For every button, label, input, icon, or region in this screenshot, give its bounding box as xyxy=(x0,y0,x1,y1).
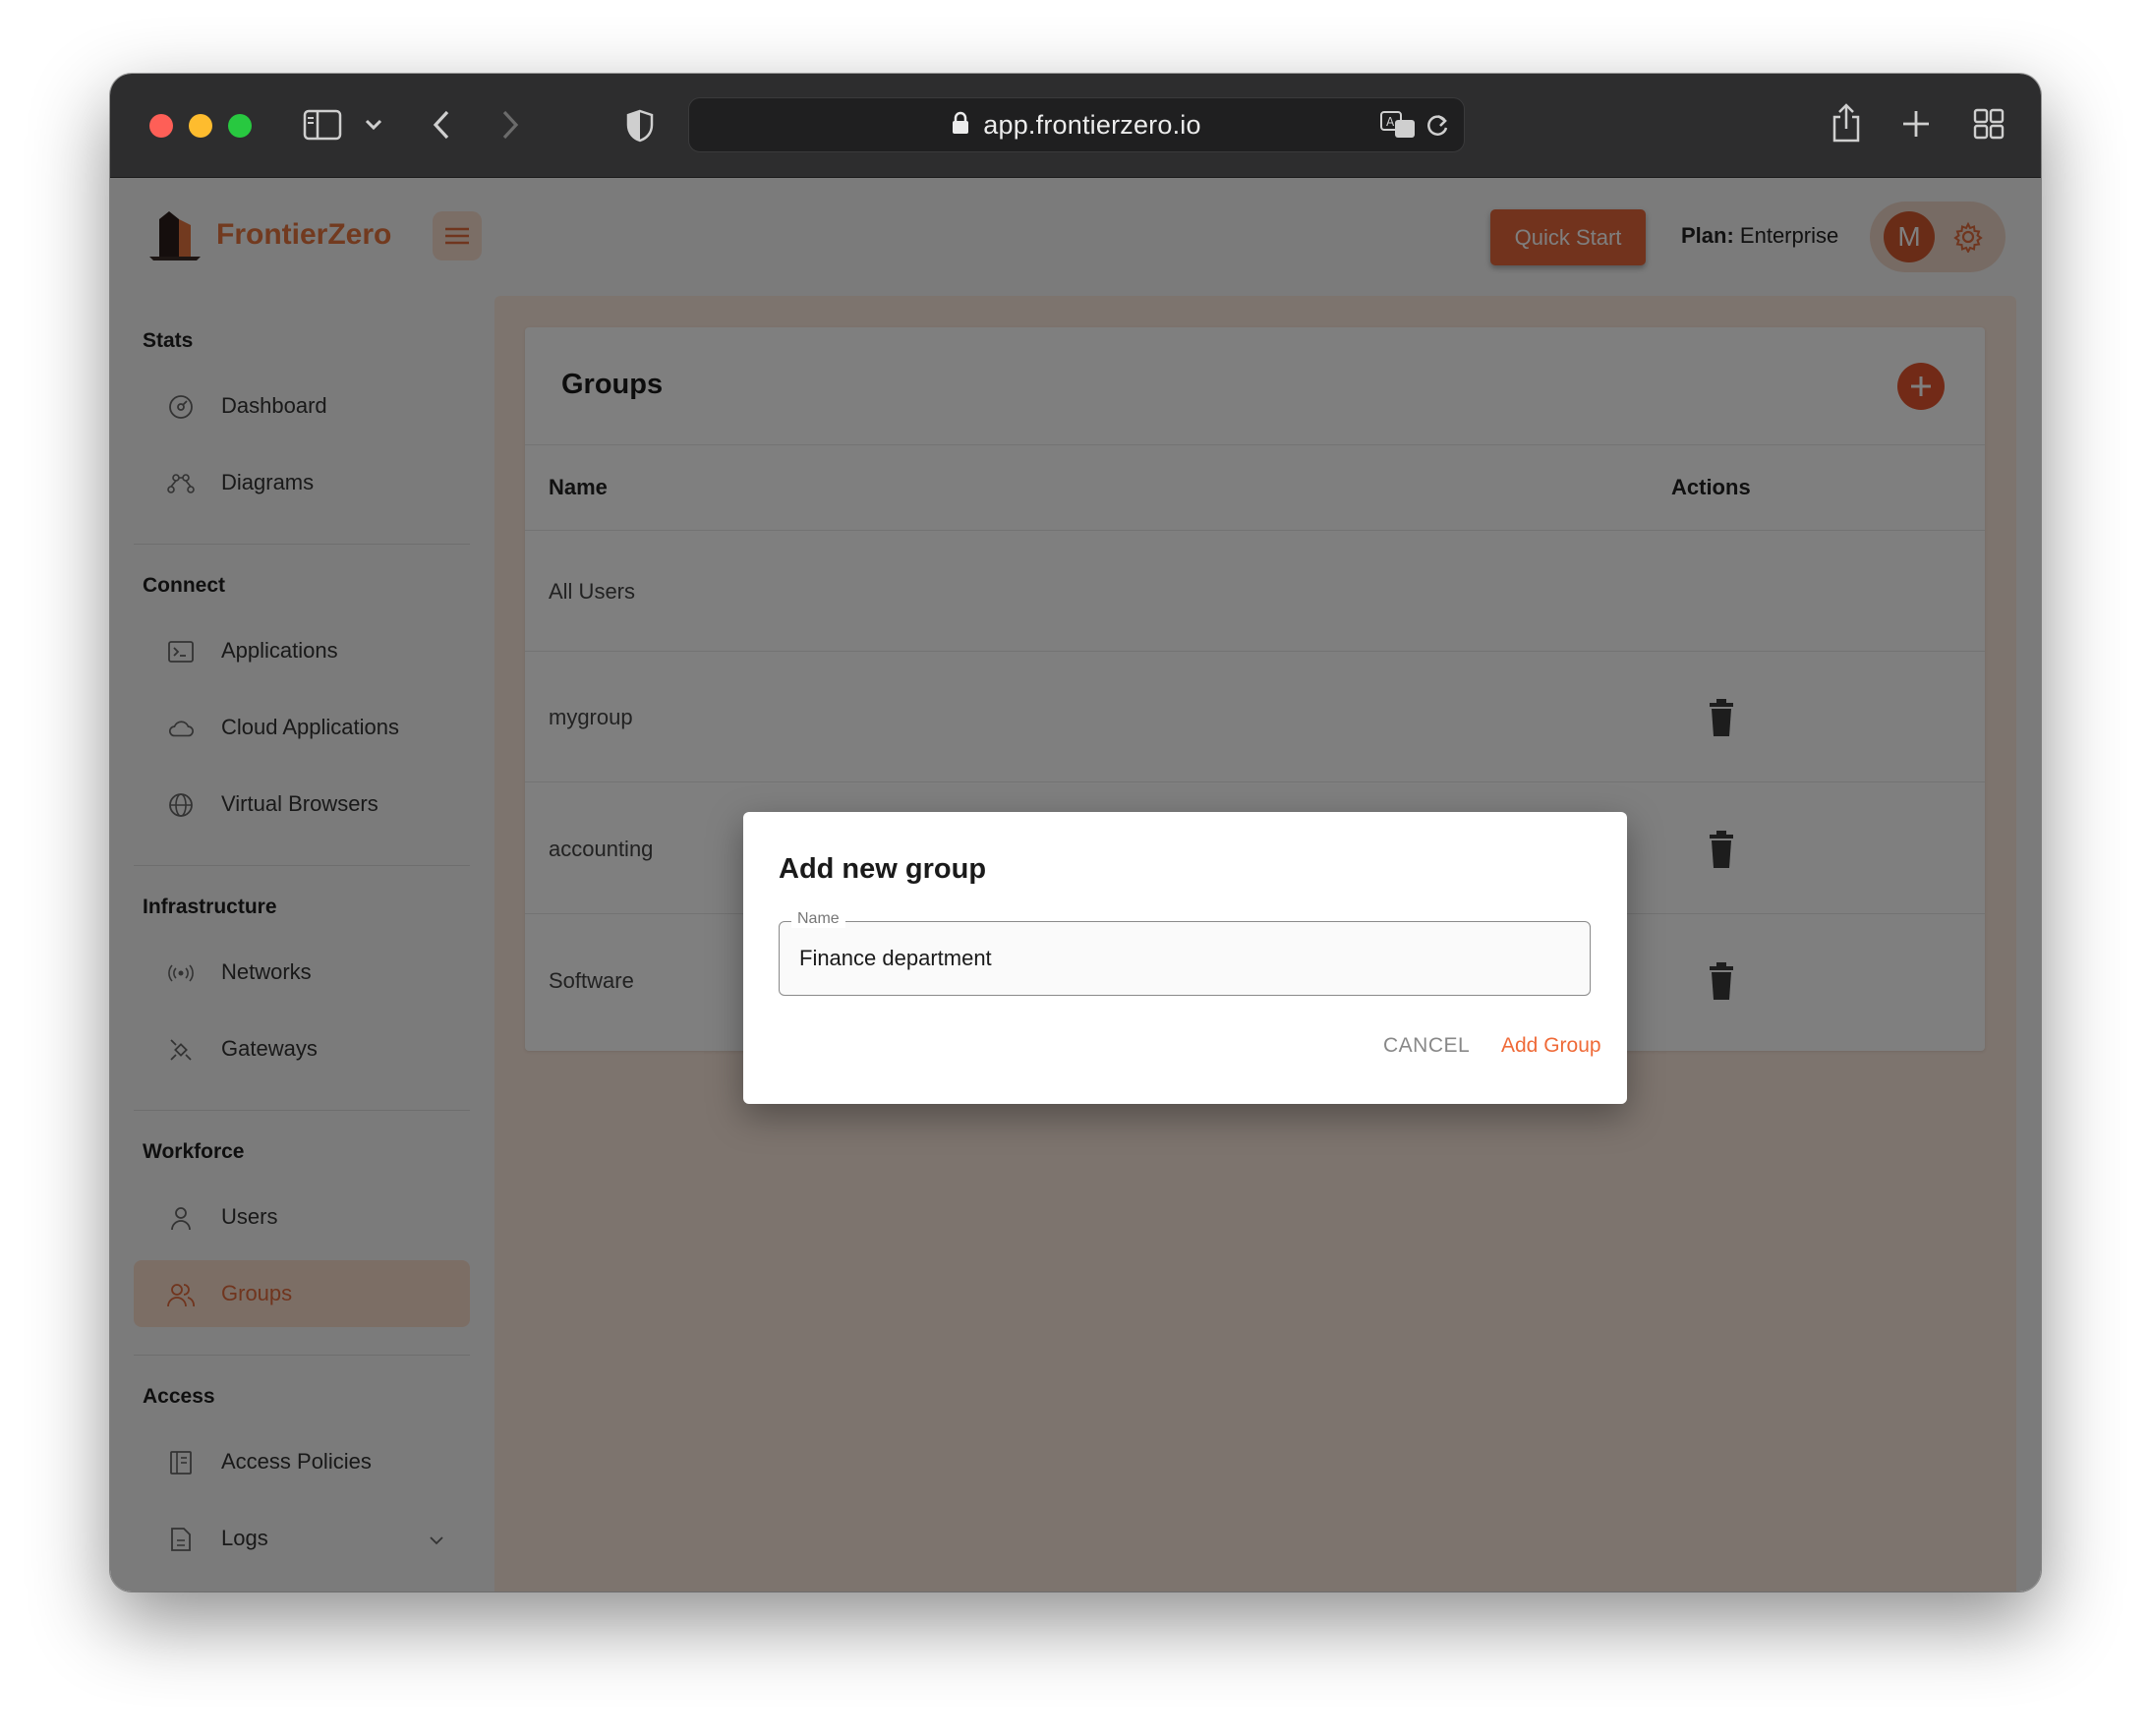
group-name-input[interactable]: Finance department xyxy=(799,946,992,971)
browser-window: app.frontierzero.io A Add new group Name… xyxy=(110,74,2041,1591)
translate-icon[interactable]: A xyxy=(1379,110,1417,145)
dialog-title: Add new group xyxy=(779,853,987,885)
address-bar[interactable]: app.frontierzero.io A xyxy=(688,97,1465,152)
close-window-button[interactable] xyxy=(149,114,173,138)
lock-icon xyxy=(952,111,969,140)
reload-icon[interactable] xyxy=(1424,112,1450,145)
back-arrow-icon[interactable] xyxy=(427,107,456,143)
field-label: Name xyxy=(791,910,845,928)
chevron-down-icon[interactable] xyxy=(362,113,385,137)
forward-arrow-icon[interactable] xyxy=(495,107,525,143)
group-name-field[interactable]: Name Finance department xyxy=(779,910,1591,996)
shield-icon[interactable] xyxy=(623,107,657,145)
browser-toolbar: app.frontierzero.io A xyxy=(110,74,2041,178)
minimize-window-button[interactable] xyxy=(189,114,212,138)
svg-text:A: A xyxy=(1386,115,1395,129)
tab-overview-icon[interactable] xyxy=(1972,107,2006,141)
new-tab-icon[interactable] xyxy=(1899,107,1933,141)
zoom-window-button[interactable] xyxy=(228,114,252,138)
add-group-submit-button[interactable]: Add Group xyxy=(1501,1034,1601,1058)
add-group-dialog: Add new group Name Finance department CA… xyxy=(743,812,1627,1104)
url-text: app.frontierzero.io xyxy=(983,109,1201,140)
cancel-button[interactable]: CANCEL xyxy=(1383,1034,1470,1058)
sidebar-toggle-icon[interactable] xyxy=(301,107,344,143)
share-icon[interactable] xyxy=(1829,101,1864,145)
